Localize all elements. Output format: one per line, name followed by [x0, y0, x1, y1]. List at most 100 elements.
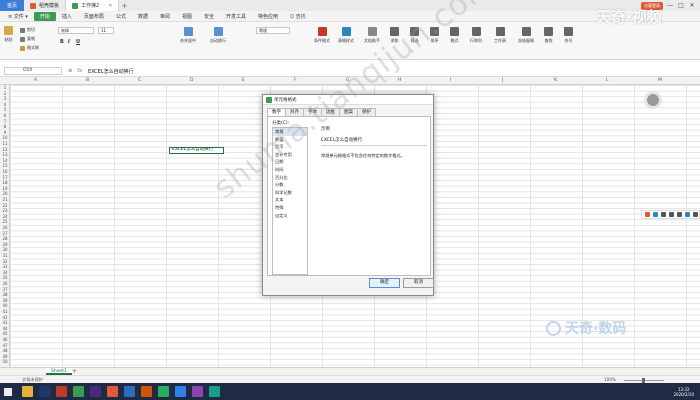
menu-security[interactable]: 安全: [198, 12, 220, 21]
tab-daoke-template[interactable]: 稻壳模板: [24, 0, 67, 11]
row-header[interactable]: 40: [0, 303, 10, 308]
merge-center-button[interactable]: 合并居中: [180, 27, 196, 44]
row-header[interactable]: 28: [0, 236, 10, 241]
category-item[interactable]: 分数: [273, 181, 307, 189]
task-app2-icon[interactable]: [73, 386, 84, 397]
sheet-tab-sheet1[interactable]: Sheet1: [46, 368, 72, 375]
cut-button[interactable]: 剪切: [20, 27, 35, 33]
category-item[interactable]: 特殊: [273, 204, 307, 212]
start-button[interactable]: [0, 383, 16, 400]
bold-button[interactable]: B: [60, 39, 64, 45]
menu-file[interactable]: ≡ 文件 ▾: [2, 12, 34, 21]
row-header[interactable]: 3: [0, 96, 10, 101]
row-header[interactable]: 35: [0, 275, 10, 280]
menu-view[interactable]: 视图: [176, 12, 198, 21]
menu-review[interactable]: 审阅: [154, 12, 176, 21]
menu-search[interactable]: Q 查找: [290, 13, 306, 20]
zoom-level[interactable]: 100%: [604, 377, 616, 382]
table-style-button[interactable]: 表格样式: [338, 27, 354, 44]
menu-page-layout[interactable]: 页面布局: [78, 12, 110, 21]
add-sheet-button[interactable]: +: [72, 368, 77, 375]
row-header[interactable]: 30: [0, 247, 10, 252]
ok-button[interactable]: 确定: [369, 278, 400, 288]
column-header[interactable]: B: [86, 78, 89, 83]
column-header[interactable]: A: [34, 78, 37, 83]
tab-protection[interactable]: 保护: [357, 108, 376, 116]
row-header[interactable]: 15: [0, 163, 10, 168]
column-header[interactable]: E: [242, 78, 245, 83]
symbol-button[interactable]: 符号: [564, 27, 573, 44]
row-header[interactable]: 21: [0, 197, 10, 202]
font-name-select[interactable]: 宋体: [58, 27, 94, 34]
row-header[interactable]: 25: [0, 219, 10, 224]
menu-home[interactable]: 开始: [33, 11, 56, 21]
active-cell[interactable]: EXCEL怎么自动换行: [169, 147, 224, 154]
cancel-button[interactable]: 取消: [403, 278, 434, 288]
category-item[interactable]: 文本: [273, 196, 307, 204]
task-app3-icon[interactable]: [107, 386, 118, 397]
tool-keyboard-icon[interactable]: [677, 212, 682, 217]
task-app1-icon[interactable]: [56, 386, 67, 397]
row-header[interactable]: 12: [0, 147, 10, 152]
row-header[interactable]: 2: [0, 91, 10, 96]
menu-special-apps[interactable]: 特色应用: [252, 12, 284, 21]
column-header[interactable]: J: [502, 78, 503, 83]
row-header[interactable]: 46: [0, 337, 10, 342]
row-header[interactable]: 19: [0, 186, 10, 191]
row-header[interactable]: 34: [0, 270, 10, 275]
row-header[interactable]: 50: [0, 359, 10, 364]
tool-dot-icon[interactable]: [661, 212, 666, 217]
task-premiere-icon[interactable]: [90, 386, 101, 397]
underline-button[interactable]: U: [76, 39, 80, 45]
new-tab-button[interactable]: +: [119, 0, 129, 11]
menu-developer[interactable]: 开发工具: [220, 12, 252, 21]
row-header[interactable]: 44: [0, 326, 10, 331]
row-header[interactable]: 48: [0, 348, 10, 353]
row-header[interactable]: 27: [0, 231, 10, 236]
freeze-panes-button[interactable]: 冻结窗格: [518, 27, 534, 44]
row-header[interactable]: 9: [0, 130, 10, 135]
row-header[interactable]: 13: [0, 152, 10, 157]
row-header[interactable]: 47: [0, 343, 10, 348]
row-header[interactable]: 6: [0, 113, 10, 118]
tool-shirt-icon[interactable]: [685, 212, 690, 217]
italic-button[interactable]: I: [68, 39, 70, 45]
row-header[interactable]: 43: [0, 320, 10, 325]
font-size-select[interactable]: 11: [98, 27, 114, 34]
tab-workbook2[interactable]: 工作簿2 ✕: [66, 0, 120, 11]
task-explorer-icon[interactable]: [22, 386, 33, 397]
row-header[interactable]: 17: [0, 175, 10, 180]
row-header[interactable]: 4: [0, 102, 10, 107]
row-header[interactable]: 31: [0, 253, 10, 258]
maximize-button[interactable]: □: [677, 2, 685, 9]
category-item[interactable]: 百分比: [273, 174, 307, 182]
row-header[interactable]: 41: [0, 309, 10, 314]
task-app4-icon[interactable]: [124, 386, 135, 397]
task-photoshop-icon[interactable]: [39, 386, 50, 397]
row-header[interactable]: 37: [0, 287, 10, 292]
fx-icon[interactable]: fx: [77, 68, 82, 74]
doc-assistant-button[interactable]: 文档助手: [364, 27, 380, 44]
column-header[interactable]: K: [554, 78, 557, 83]
row-header[interactable]: 14: [0, 158, 10, 163]
find-button[interactable]: 查找: [544, 27, 553, 44]
row-header[interactable]: 32: [0, 259, 10, 264]
close-window-button[interactable]: ✕: [688, 2, 696, 9]
floating-record-button[interactable]: [644, 91, 662, 109]
format-painter-button[interactable]: 格式刷: [20, 45, 39, 51]
tool-s-icon[interactable]: [645, 212, 650, 217]
task-app5-icon[interactable]: [141, 386, 152, 397]
row-header[interactable]: 49: [0, 354, 10, 359]
row-header[interactable]: 18: [0, 180, 10, 185]
zoom-icon[interactable]: ⊕: [68, 68, 72, 74]
column-header[interactable]: H: [398, 78, 401, 83]
row-header[interactable]: 24: [0, 214, 10, 219]
row-header[interactable]: 23: [0, 208, 10, 213]
paste-button[interactable]: 粘贴: [4, 26, 13, 43]
formula-input[interactable]: EXCEL怎么自动换行: [88, 68, 134, 75]
row-header[interactable]: 22: [0, 203, 10, 208]
close-tab-icon[interactable]: ✕: [108, 3, 112, 9]
task-app6-icon[interactable]: [158, 386, 169, 397]
row-header[interactable]: 1: [0, 85, 10, 90]
column-header[interactable]: I: [450, 78, 451, 83]
